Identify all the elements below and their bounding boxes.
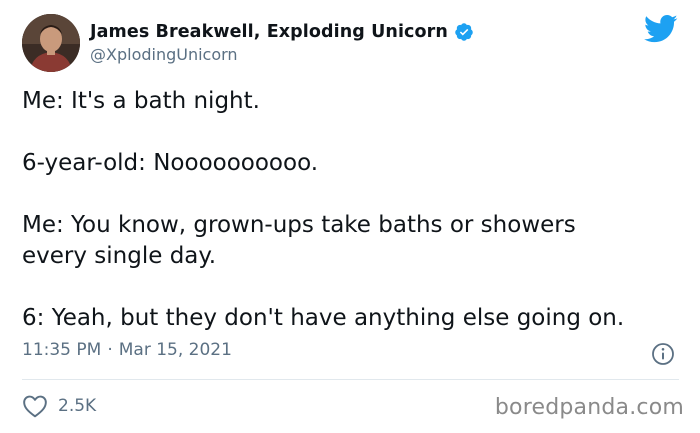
author-display-name[interactable]: James Breakwell, Exploding Unicorn	[90, 22, 448, 42]
tweet-date: Mar 15, 2021	[118, 340, 232, 360]
author-handle[interactable]: @XplodingUnicorn	[90, 45, 238, 64]
author-name-row: James Breakwell, Exploding Unicorn	[90, 20, 474, 44]
tweet-text: Me: It's a bath night. 6-year-old: Noooo…	[22, 86, 682, 334]
divider	[22, 379, 679, 380]
tweet-paragraph: Me: You know, grown-ups take baths or sh…	[22, 210, 682, 272]
tweet-paragraph: 6: Yeah, but they don't have anything el…	[22, 305, 625, 331]
info-icon[interactable]	[651, 342, 675, 366]
tweet-card: James Breakwell, Exploding Unicorn @Xplo…	[0, 0, 700, 433]
tweet-line: every single day.	[22, 243, 217, 269]
avatar[interactable]	[22, 14, 80, 72]
twitter-bird-icon[interactable]	[644, 14, 678, 44]
tweet-line: Me: You know, grown-ups take baths or sh…	[22, 212, 576, 238]
tweet-paragraph: Me: It's a bath night.	[22, 88, 260, 114]
tweet-paragraph: 6-year-old: Noooooooooo.	[22, 150, 319, 176]
watermark: boredpanda.com	[494, 395, 684, 420]
timestamp-separator: ·	[107, 340, 113, 360]
tweet-time: 11:35 PM	[22, 340, 102, 360]
like-action[interactable]: 2.5K	[22, 394, 96, 418]
verified-badge-icon	[455, 23, 473, 41]
like-count: 2.5K	[58, 396, 97, 416]
author-avatar-image	[22, 14, 80, 72]
heart-icon[interactable]	[22, 394, 48, 418]
tweet-timestamp[interactable]: 11:35 PM · Mar 15, 2021	[22, 340, 232, 360]
